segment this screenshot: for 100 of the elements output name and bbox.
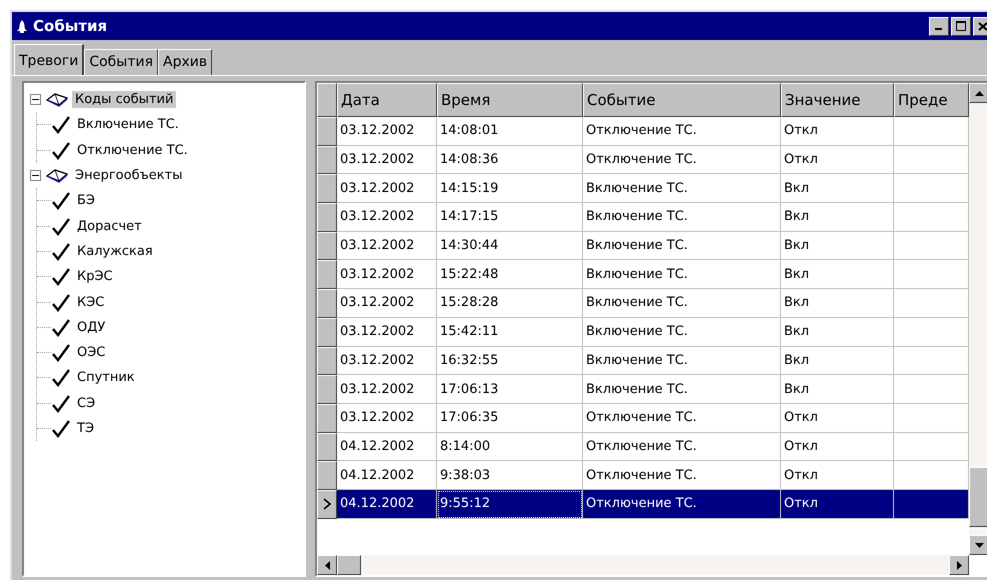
tree-item[interactable]: ТЭ [77, 421, 94, 436]
tree-item[interactable]: СЭ [77, 396, 96, 411]
checkmark-icon[interactable] [51, 368, 71, 388]
row-header[interactable] [317, 232, 337, 260]
table-cell: 15:28:28 [437, 289, 583, 318]
checkmark-icon[interactable] [51, 216, 71, 236]
table-cell: Вкл [781, 289, 894, 318]
collapse-icon[interactable] [30, 94, 41, 106]
tree-item[interactable]: Отключение ТС. [77, 142, 188, 158]
row-header[interactable] [317, 375, 337, 404]
close-button[interactable] [973, 16, 987, 36]
checkmark-icon[interactable] [51, 318, 71, 337]
table-cell: 03.12.2002 [337, 203, 437, 232]
book-icon [45, 168, 69, 184]
row-header[interactable] [317, 404, 337, 433]
row-header[interactable] [317, 432, 337, 462]
column-header[interactable]: Преде [894, 83, 969, 117]
tree-item[interactable]: Коды событий [72, 91, 176, 108]
row-header[interactable] [317, 490, 337, 519]
row-header[interactable] [317, 260, 337, 290]
table-cell: 04.12.2002 [337, 432, 437, 462]
tree-item[interactable]: ОЭС [77, 345, 106, 360]
scroll-left-button[interactable] [317, 555, 337, 575]
tab[interactable]: События [84, 49, 158, 75]
row-header[interactable] [317, 146, 337, 174]
checkmark-icon[interactable] [51, 292, 71, 312]
table-cell: Отключение ТС. [583, 404, 781, 433]
tree-item[interactable]: Энергообъекты [72, 167, 186, 184]
down-arrow-icon [974, 542, 984, 548]
column-header[interactable]: Время [437, 83, 583, 117]
table-cell: 03.12.2002 [337, 260, 437, 290]
tree-item[interactable]: КЭС [77, 294, 104, 310]
table-cell: Вкл [781, 232, 894, 260]
row-header[interactable] [317, 346, 337, 376]
table-cell: Включение ТС. [583, 203, 781, 232]
scroll-up-button[interactable] [969, 83, 987, 103]
tree-item[interactable]: Дорасчет [77, 218, 142, 234]
table-cell: Включение ТС. [583, 346, 781, 376]
tree-item[interactable]: Калужская [77, 244, 153, 259]
table-cell: 03.12.2002 [337, 146, 437, 174]
scroll-right-button[interactable] [949, 555, 969, 575]
table-cell: 03.12.2002 [337, 289, 437, 318]
table-cell: 03.12.2002 [337, 117, 437, 146]
checkmark-icon[interactable] [51, 419, 71, 438]
table-cell: Вкл [781, 375, 894, 404]
row-header[interactable] [317, 203, 337, 232]
row-header[interactable] [317, 174, 337, 204]
table-cell: 17:06:35 [437, 404, 583, 433]
table-cell: 8:14:00 [437, 432, 583, 462]
table-cell: 15:22:48 [437, 260, 583, 290]
row-header[interactable] [317, 289, 337, 318]
collapse-icon[interactable] [30, 170, 41, 182]
table-cell: 14:17:15 [437, 203, 583, 232]
tree-item[interactable]: БЭ [77, 193, 95, 208]
scroll-down-button[interactable] [969, 535, 987, 555]
checkmark-icon[interactable] [51, 191, 71, 210]
vertical-scrollbar[interactable] [969, 83, 987, 555]
table-cell: 17:06:13 [437, 375, 583, 404]
table-cell: 03.12.2002 [337, 318, 437, 346]
row-header[interactable] [317, 117, 337, 146]
row-header[interactable] [317, 318, 337, 346]
table-cell: Откл [781, 490, 894, 519]
checkmark-icon[interactable] [51, 267, 71, 286]
checkmark-icon[interactable] [51, 140, 71, 160]
tree-item[interactable]: ОДУ [77, 320, 106, 335]
checkmark-icon[interactable] [51, 394, 71, 413]
table-cell: Отключение ТС. [583, 146, 781, 174]
column-header[interactable]: Событие [583, 83, 781, 117]
table-cell: 16:32:55 [437, 346, 583, 376]
tree-item[interactable]: Включение ТС. [77, 117, 179, 132]
table-cell: Вкл [781, 346, 894, 376]
row-header[interactable] [317, 461, 337, 490]
scroll-thumb[interactable] [969, 467, 987, 527]
maximize-button[interactable] [951, 16, 971, 36]
tab[interactable]: Тревоги [14, 44, 84, 75]
column-header[interactable]: Значение [781, 83, 894, 117]
tree-item[interactable]: Спутник [77, 370, 135, 386]
current-row-icon [323, 498, 331, 510]
table-cell: Откл [781, 432, 894, 462]
table-cell: Откл [781, 146, 894, 174]
horizontal-scrollbar[interactable] [317, 555, 969, 575]
table-cell: Включение ТС. [583, 375, 781, 404]
checkmark-icon[interactable] [51, 242, 71, 261]
column-header[interactable]: Дата [337, 83, 437, 117]
table-cell: Включение ТС. [583, 174, 781, 204]
scroll-thumb[interactable] [337, 555, 361, 575]
table-cell: Вкл [781, 174, 894, 204]
tab[interactable]: Архив [158, 49, 212, 75]
bell-icon [16, 19, 28, 33]
tree-item[interactable]: КрЭС [77, 269, 113, 284]
minimize-button[interactable] [929, 16, 949, 36]
table-cell: Откл [781, 117, 894, 146]
table-cell: 03.12.2002 [337, 346, 437, 376]
checkmark-icon[interactable] [51, 343, 71, 362]
table-cell: 14:15:19 [437, 174, 583, 204]
table-cell: 04.12.2002 [337, 490, 437, 519]
table-cell: Отключение ТС. [583, 432, 781, 462]
checkmark-icon[interactable] [51, 115, 71, 134]
table-cell: 03.12.2002 [337, 375, 437, 404]
table-cell: Отключение ТС. [583, 490, 781, 519]
